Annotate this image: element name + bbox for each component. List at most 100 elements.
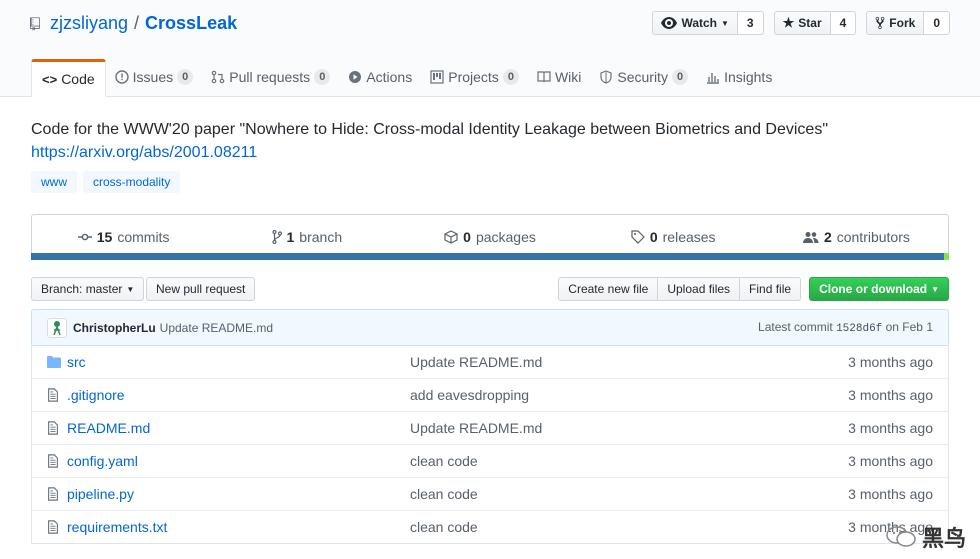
branch-select-button[interactable]: Branch: master ▼ bbox=[31, 277, 145, 301]
branches-label: branch bbox=[299, 229, 343, 245]
file-name-cell: src bbox=[67, 354, 410, 370]
star-count[interactable]: 4 bbox=[830, 11, 857, 35]
folder-icon-wrap bbox=[47, 355, 61, 368]
security-count-badge: 0 bbox=[671, 69, 689, 85]
package-icon bbox=[444, 230, 458, 244]
file-commit-cell: Update README.md bbox=[410, 354, 810, 370]
file-age: 3 months ago bbox=[848, 387, 933, 403]
repo-actions: Watch ▼ 3 ★ Star 4 Fork 0 bbox=[652, 11, 950, 35]
packages-label: packages bbox=[475, 229, 536, 245]
commit-author-link[interactable]: ChristopherLu bbox=[73, 321, 156, 335]
releases-label: releases bbox=[662, 229, 716, 245]
book-icon bbox=[537, 71, 551, 83]
file-name-cell: .gitignore bbox=[67, 387, 410, 403]
repo-name-link[interactable]: CrossLeak bbox=[145, 13, 237, 34]
upload-files-button[interactable]: Upload files bbox=[657, 277, 741, 301]
tab-actions-label: Actions bbox=[366, 69, 413, 85]
caret-down-icon: ▼ bbox=[721, 18, 729, 28]
file-icon-wrap bbox=[47, 454, 61, 468]
file-commit-message-link[interactable]: clean code bbox=[410, 519, 478, 535]
find-file-button[interactable]: Find file bbox=[739, 277, 802, 301]
file-actions: Create new file Upload files Find file C… bbox=[558, 277, 949, 301]
file-icon-wrap bbox=[47, 487, 61, 501]
topics-list: www cross-modality bbox=[31, 171, 181, 193]
packages-count: 0 bbox=[463, 229, 471, 245]
caret-down-icon: ▼ bbox=[931, 284, 939, 294]
contributors-label: contributors bbox=[836, 229, 910, 245]
homepage-link[interactable]: https://arxiv.org/abs/2001.08211 bbox=[31, 144, 257, 162]
file-commit-message-link[interactable]: clean code bbox=[410, 486, 478, 502]
file-commit-message-link[interactable]: Update README.md bbox=[410, 420, 542, 436]
file-commit-cell: add eavesdropping bbox=[410, 387, 810, 403]
table-row: config.yaml clean code 3 months ago bbox=[32, 444, 948, 477]
owner-link[interactable]: zjzsliyang bbox=[50, 13, 128, 34]
language-segment-primary bbox=[31, 253, 944, 260]
fork-button[interactable]: Fork bbox=[866, 11, 925, 35]
history-icon bbox=[77, 233, 92, 241]
tab-issues-label: Issues bbox=[132, 69, 174, 85]
language-bar[interactable] bbox=[31, 253, 949, 260]
file-commit-message-link[interactable]: add eavesdropping bbox=[410, 387, 529, 403]
commit-date: on Feb 1 bbox=[885, 320, 933, 334]
file-icon-wrap bbox=[47, 520, 61, 534]
topic-tag[interactable]: cross-modality bbox=[83, 171, 181, 193]
play-icon bbox=[349, 71, 362, 83]
file-name-cell: config.yaml bbox=[67, 453, 410, 469]
project-icon bbox=[430, 70, 444, 84]
commit-message-link[interactable]: Update README.md bbox=[160, 321, 273, 335]
create-new-file-button[interactable]: Create new file bbox=[558, 277, 659, 301]
star-group: ★ Star 4 bbox=[773, 11, 857, 35]
file-commit-message-link[interactable]: Update README.md bbox=[410, 354, 542, 370]
watermark-text: 黑鸟 bbox=[921, 526, 966, 551]
avatar[interactable] bbox=[47, 317, 67, 338]
tab-insights[interactable]: Insights bbox=[697, 59, 781, 95]
file-name-link[interactable]: config.yaml bbox=[67, 453, 138, 469]
repo-title: zjzsliyang / CrossLeak bbox=[30, 13, 237, 34]
projects-count-badge: 0 bbox=[502, 69, 519, 85]
issues-count-badge: 0 bbox=[177, 69, 194, 85]
table-row: src Update README.md 3 months ago bbox=[32, 345, 948, 378]
repo-icon bbox=[30, 16, 40, 31]
star-button[interactable]: ★ Star bbox=[773, 11, 831, 35]
watch-button[interactable]: Watch ▼ bbox=[652, 11, 738, 35]
file-name-link[interactable]: requirements.txt bbox=[67, 519, 167, 535]
tab-issues[interactable]: Issues 0 bbox=[106, 59, 203, 95]
tab-projects[interactable]: Projects 0 bbox=[421, 59, 528, 95]
tab-insights-label: Insights bbox=[724, 69, 773, 85]
watermark: 黑鸟 bbox=[886, 521, 966, 553]
git-pull-request-icon bbox=[211, 70, 225, 84]
file-icon bbox=[48, 454, 58, 468]
tab-wiki[interactable]: Wiki bbox=[528, 59, 590, 95]
file-icon-wrap bbox=[47, 421, 61, 435]
tab-pull-requests-label: Pull requests bbox=[229, 69, 311, 85]
graph-icon bbox=[707, 73, 720, 84]
tab-actions[interactable]: Actions bbox=[339, 59, 421, 95]
commit-sha-link[interactable]: 1528d6f bbox=[836, 323, 882, 335]
people-icon bbox=[802, 231, 819, 243]
tab-security-label: Security bbox=[617, 69, 668, 85]
wechat-icon bbox=[886, 526, 916, 547]
file-name-link[interactable]: src bbox=[67, 354, 86, 370]
avatar-image bbox=[53, 320, 61, 335]
file-commit-message-link[interactable]: clean code bbox=[410, 453, 478, 469]
file-icon bbox=[48, 421, 58, 435]
tab-wiki-label: Wiki bbox=[554, 69, 582, 85]
new-pull-request-button[interactable]: New pull request bbox=[146, 277, 256, 301]
tab-code[interactable]: <> Code bbox=[31, 59, 106, 97]
file-commit-cell: Update README.md bbox=[410, 420, 810, 436]
watch-count[interactable]: 3 bbox=[737, 11, 764, 35]
file-name-link[interactable]: pipeline.py bbox=[67, 486, 134, 502]
file-age: 3 months ago bbox=[848, 353, 933, 370]
code-icon: <> bbox=[42, 71, 58, 87]
file-name-link[interactable]: .gitignore bbox=[67, 387, 125, 403]
tab-pull-requests[interactable]: Pull requests 0 bbox=[202, 59, 339, 95]
clone-or-download-button[interactable]: Clone or download ▼ bbox=[809, 277, 949, 301]
repo-header: zjzsliyang / CrossLeak Watch ▼ 3 ★ Star … bbox=[0, 0, 980, 97]
fork-count[interactable]: 0 bbox=[924, 11, 950, 35]
file-name-cell: requirements.txt bbox=[67, 519, 410, 535]
topic-tag[interactable]: www bbox=[31, 171, 77, 193]
title-separator: / bbox=[134, 13, 140, 33]
tab-security[interactable]: Security 0 bbox=[590, 59, 697, 95]
file-name-cell: pipeline.py bbox=[67, 486, 410, 502]
file-name-link[interactable]: README.md bbox=[67, 420, 150, 436]
